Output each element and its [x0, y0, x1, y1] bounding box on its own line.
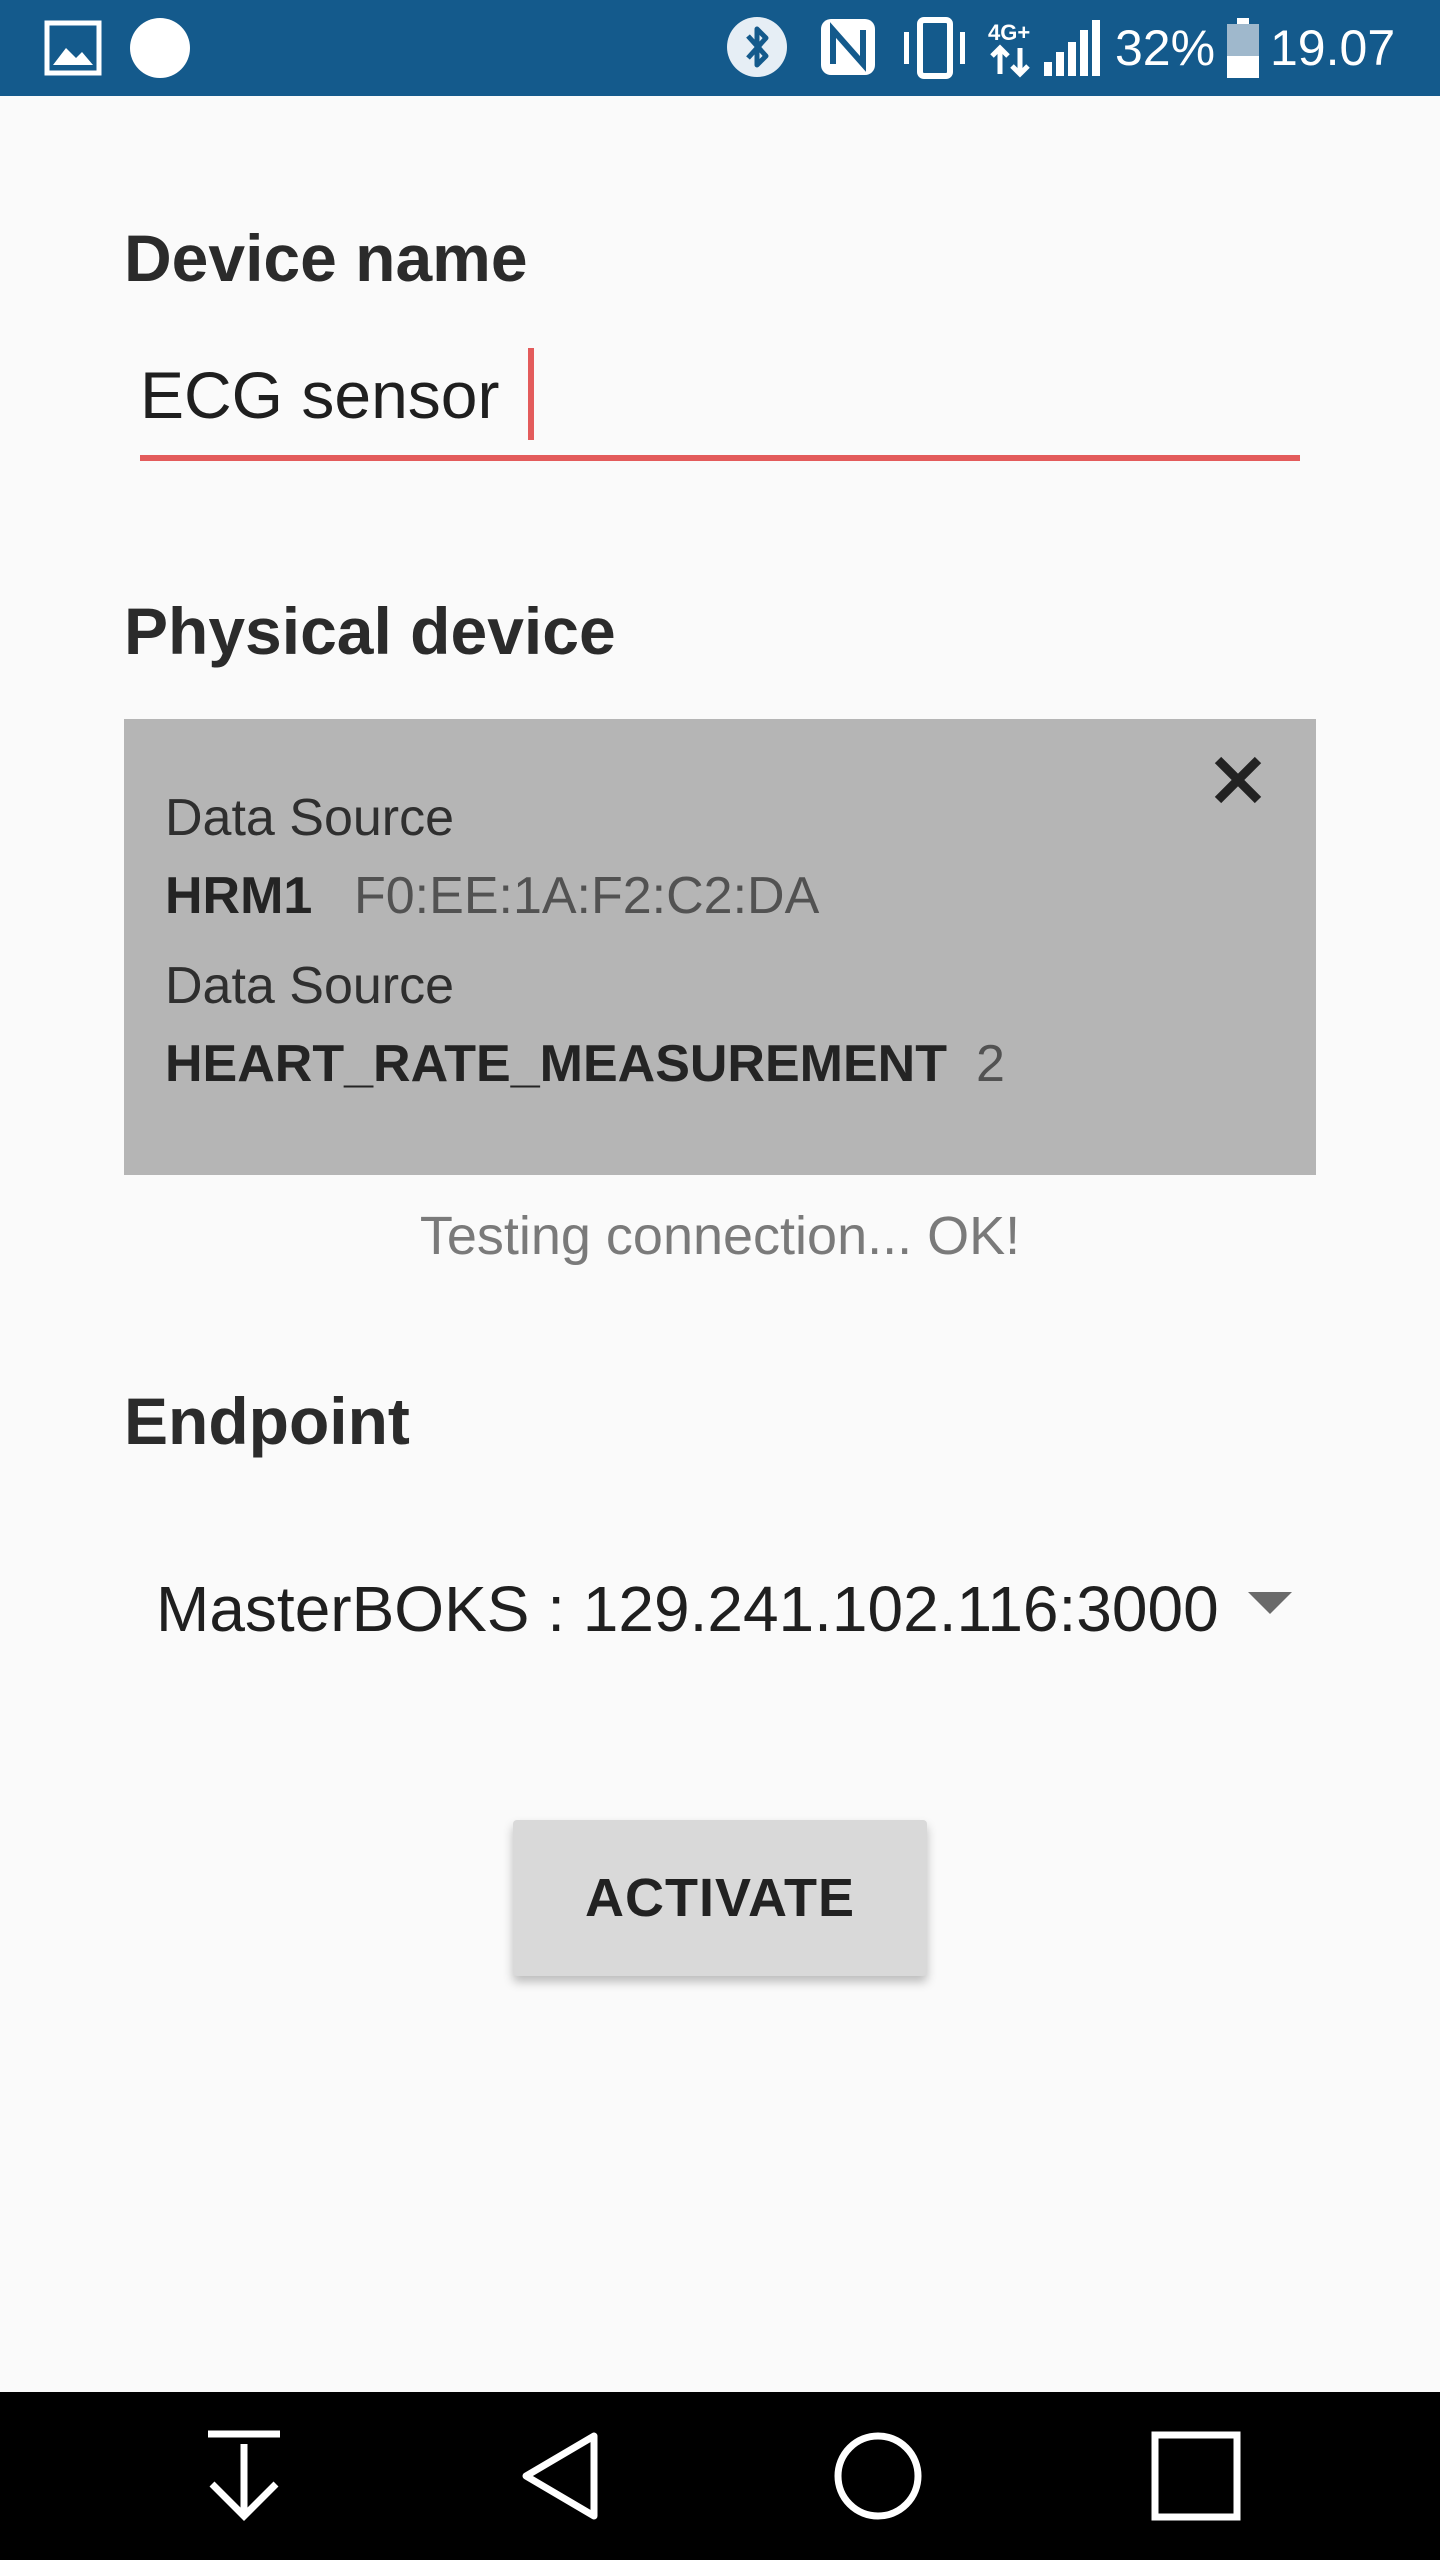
signal-icon — [1044, 20, 1100, 76]
close-icon[interactable] — [1200, 742, 1276, 818]
text-cursor — [528, 348, 534, 440]
network-icon: 4G+ — [988, 20, 1036, 78]
battery-percent: 32% — [1115, 20, 1216, 76]
data-source-name-2: HEART_RATE_MEASUREMENT — [165, 1035, 947, 1093]
nfc-icon — [821, 19, 875, 75]
chevron-down-icon[interactable] — [1248, 1592, 1292, 1614]
vibrate-icon — [904, 17, 965, 79]
back-icon[interactable] — [510, 2426, 610, 2526]
circle-icon — [130, 18, 190, 78]
endpoint-heading: Endpoint — [124, 1384, 410, 1458]
battery-icon — [1227, 18, 1259, 78]
endpoint-selected-value: MasterBOKS : 129.241.102.116:3000 — [156, 1573, 1219, 1645]
data-source-label-1: Data Source — [165, 789, 455, 847]
data-source-value-2: 2 — [976, 1035, 1005, 1093]
device-name-input[interactable] — [140, 335, 1300, 461]
download-icon[interactable] — [194, 2426, 294, 2526]
physical-device-heading: Physical device — [124, 594, 616, 668]
data-source-value-1: F0:EE:1A:F2:C2:DA — [354, 867, 820, 925]
connection-status: Testing connection... OK! — [419, 1206, 1021, 1266]
data-source-label-2: Data Source — [165, 957, 455, 1015]
bluetooth-icon — [727, 17, 787, 77]
activate-button[interactable]: ACTIVATE — [513, 1820, 927, 1976]
clock: 19.07 — [1270, 20, 1396, 76]
recents-icon[interactable] — [1146, 2426, 1246, 2526]
navigation-bar — [0, 2392, 1440, 2560]
endpoint-dropdown[interactable]: MasterBOKS : 129.241.102.116:3000 — [124, 1540, 1316, 1670]
home-icon[interactable] — [828, 2426, 928, 2526]
status-bar: 4G+ 32% 19.07 — [0, 0, 1440, 96]
image-icon — [44, 20, 102, 76]
data-source-name-1: HRM1 — [165, 867, 313, 925]
device-name-heading: Device name — [124, 221, 528, 295]
